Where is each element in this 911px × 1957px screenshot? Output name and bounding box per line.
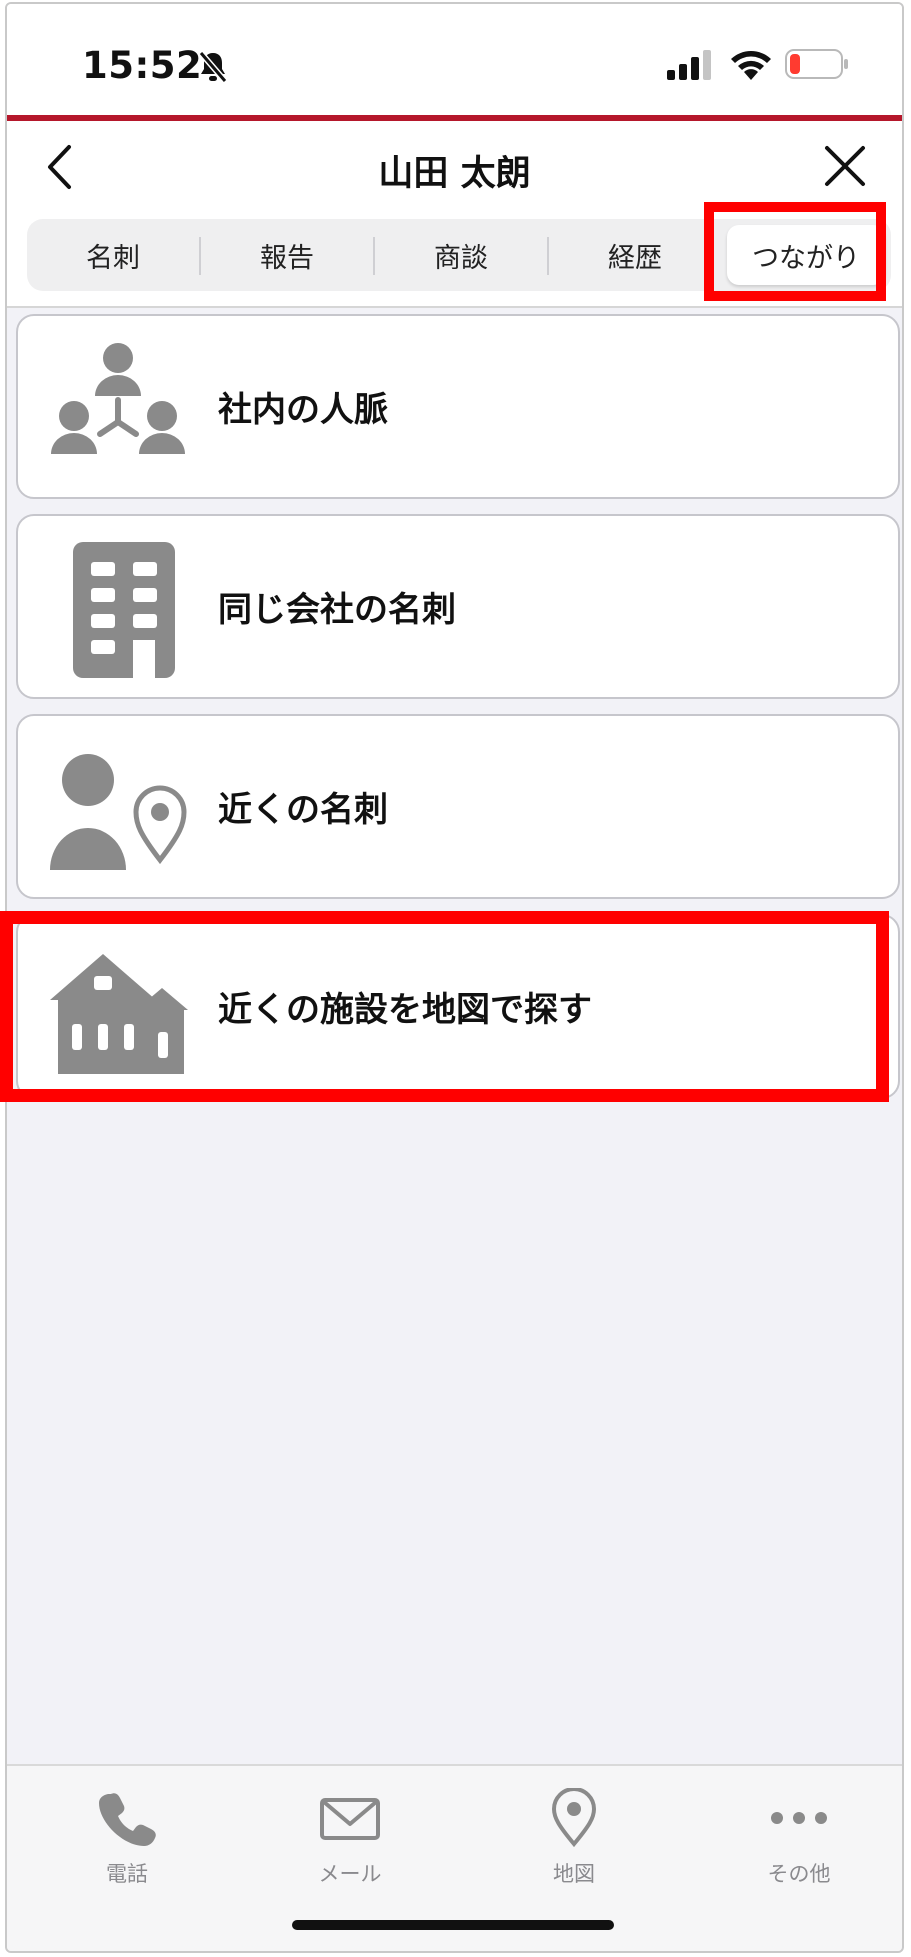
- bell-muted-icon: [197, 50, 229, 88]
- tab-label: 報告: [260, 242, 314, 274]
- toolbar-map[interactable]: 地図: [499, 1788, 649, 1888]
- toolbar-label: 地図: [553, 1862, 595, 1886]
- building-icon: [48, 538, 188, 678]
- highlight-box-menu-item: [0, 911, 889, 1102]
- tab-meishi[interactable]: 名刺: [27, 219, 199, 291]
- toolbar-label: その他: [767, 1862, 831, 1886]
- toolbar-more[interactable]: その他: [724, 1788, 874, 1888]
- home-indicator[interactable]: [292, 1920, 614, 1930]
- status-time: 15:52: [82, 44, 203, 87]
- map-pin-icon: [551, 1788, 597, 1848]
- menu-item-same-company-cards[interactable]: 同じ会社の名刺: [16, 514, 900, 699]
- menu-item-label: 同じ会社の名刺: [218, 590, 456, 630]
- tab-label: 経歴: [608, 242, 662, 274]
- toolbar-mail[interactable]: メール: [275, 1788, 425, 1888]
- battery-low-icon: [785, 49, 849, 83]
- more-icon: [771, 1812, 827, 1824]
- phone-icon: [99, 1793, 156, 1846]
- close-icon[interactable]: [823, 144, 867, 192]
- person-location-icon: [48, 738, 188, 878]
- menu-item-label: 近くの名刺: [218, 790, 388, 830]
- toolbar-phone[interactable]: 電話: [52, 1788, 202, 1888]
- mail-icon: [320, 1798, 380, 1840]
- tab-label: 商談: [434, 242, 488, 274]
- menu-item-label: 社内の人脈: [218, 390, 388, 430]
- toolbar-label: 電話: [106, 1862, 148, 1886]
- wifi-icon: [730, 48, 772, 84]
- page-title: 山田 太朗: [378, 154, 531, 194]
- tab-label: 名刺: [86, 242, 140, 274]
- highlight-box-tab: [704, 202, 886, 301]
- tab-report[interactable]: 報告: [201, 219, 373, 291]
- menu-item-nearby-cards[interactable]: 近くの名刺: [16, 714, 900, 899]
- nav-bar: 山田 太朗: [7, 121, 902, 209]
- status-bar: 15:52: [7, 4, 902, 116]
- signal-icon: [667, 50, 713, 84]
- toolbar-label: メール: [318, 1862, 382, 1886]
- org-network-icon: [48, 338, 188, 478]
- tab-deal[interactable]: 商談: [375, 219, 547, 291]
- tab-history[interactable]: 経歴: [549, 219, 721, 291]
- menu-item-internal-network[interactable]: 社内の人脈: [16, 314, 900, 499]
